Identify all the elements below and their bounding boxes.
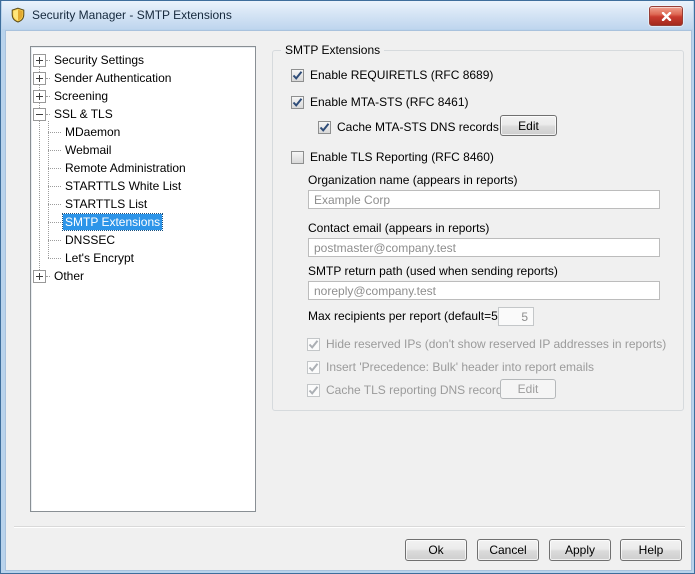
checkbox-label: Insert 'Precedence: Bulk' header into re… (326, 360, 595, 374)
organization-name-input (308, 190, 660, 209)
tree-item-webmail[interactable]: Webmail (32, 141, 253, 159)
expand-icon[interactable] (33, 269, 46, 283)
check-icon (308, 385, 319, 395)
check-icon (292, 70, 303, 80)
contact-email-input (308, 238, 660, 257)
max-recipients-label: Max recipients per report (default=5) (308, 309, 502, 323)
footer-separator (14, 526, 685, 528)
enable-requiretls-row: Enable REQUIRETLS (RFC 8689) (291, 67, 493, 83)
expand-icon[interactable] (33, 71, 46, 85)
tree-item-other[interactable]: Other (32, 267, 253, 285)
collapse-icon[interactable] (33, 107, 46, 121)
checkbox-label: Enable MTA-STS (RFC 8461) (310, 95, 469, 109)
tree-item-sender-authentication[interactable]: Sender Authentication (32, 69, 253, 87)
help-button[interactable]: Help (620, 539, 682, 561)
cache-tls-dns-row: Cache TLS reporting DNS records (307, 382, 509, 398)
dialog-body: Security Settings Sender Authentication … (5, 30, 692, 571)
enable-tls-reporting-checkbox[interactable] (291, 150, 304, 164)
window-title: Security Manager - SMTP Extensions (32, 8, 232, 22)
check-icon (308, 339, 319, 349)
groupbox-title: SMTP Extensions (281, 43, 385, 57)
cancel-button[interactable]: Cancel (477, 539, 539, 561)
checkbox-label: Enable REQUIRETLS (RFC 8689) (310, 68, 494, 82)
precedence-bulk-checkbox (307, 360, 320, 374)
enable-mta-sts-checkbox[interactable] (291, 95, 304, 109)
tree-item-dnssec[interactable]: DNSSEC (32, 231, 253, 249)
close-icon (661, 11, 671, 21)
close-button[interactable] (649, 6, 683, 26)
check-icon (292, 97, 303, 107)
check-icon (319, 122, 330, 132)
checkbox-label: Enable TLS Reporting (RFC 8460) (310, 150, 494, 164)
tree-item-ssl-tls[interactable]: SSL & TLS (32, 105, 253, 123)
settings-tree: Security Settings Sender Authentication … (30, 46, 256, 512)
enable-mta-sts-row: Enable MTA-STS (RFC 8461) (291, 94, 469, 110)
tree-item-security-settings[interactable]: Security Settings (32, 51, 253, 69)
expand-icon[interactable] (33, 89, 46, 103)
max-recipients-input (498, 307, 534, 326)
tree-item-lets-encrypt[interactable]: Let's Encrypt (32, 249, 253, 267)
shield-icon (11, 7, 25, 23)
checkbox-label: Cache TLS reporting DNS records (326, 383, 509, 397)
contact-email-label: Contact email (appears in reports) (308, 221, 490, 235)
smtp-extensions-groupbox: SMTP Extensions Enable REQUIRETLS (RFC 8… (272, 43, 684, 411)
edit-tls-dns-button: Edit (500, 379, 556, 399)
check-icon (308, 362, 319, 372)
apply-button[interactable]: Apply (549, 539, 611, 561)
tree-item-starttls-list[interactable]: STARTTLS List (32, 195, 253, 213)
enable-requiretls-checkbox[interactable] (291, 68, 304, 82)
expand-icon[interactable] (33, 53, 46, 67)
ok-button[interactable]: Ok (405, 539, 467, 561)
security-manager-window: Security Manager - SMTP Extensions Secur… (0, 0, 695, 574)
cache-mta-sts-checkbox[interactable] (318, 120, 331, 134)
tree-item-mdaemon[interactable]: MDaemon (32, 123, 253, 141)
smtp-return-path-input (308, 281, 660, 300)
cache-mta-sts-row: Cache MTA-STS DNS records (318, 119, 499, 135)
tree-item-starttls-white-list[interactable]: STARTTLS White List (32, 177, 253, 195)
tree-item-remote-administration[interactable]: Remote Administration (32, 159, 253, 177)
smtp-return-path-label: SMTP return path (used when sending repo… (308, 264, 558, 278)
checkbox-label: Cache MTA-STS DNS records (337, 120, 499, 134)
hide-reserved-ips-checkbox (307, 337, 320, 351)
tree-item-smtp-extensions[interactable]: SMTP Extensions (32, 213, 253, 231)
precedence-bulk-row: Insert 'Precedence: Bulk' header into re… (307, 359, 594, 375)
hide-reserved-ips-row: Hide reserved IPs (don't show reserved I… (307, 336, 666, 352)
tree-item-screening[interactable]: Screening (32, 87, 253, 105)
cache-tls-dns-checkbox (307, 383, 320, 397)
checkbox-label: Hide reserved IPs (don't show reserved I… (326, 337, 667, 351)
titlebar[interactable]: Security Manager - SMTP Extensions (2, 1, 693, 29)
organization-name-label: Organization name (appears in reports) (308, 173, 518, 187)
edit-mta-sts-button[interactable]: Edit (500, 115, 557, 136)
enable-tls-reporting-row: Enable TLS Reporting (RFC 8460) (291, 149, 494, 165)
